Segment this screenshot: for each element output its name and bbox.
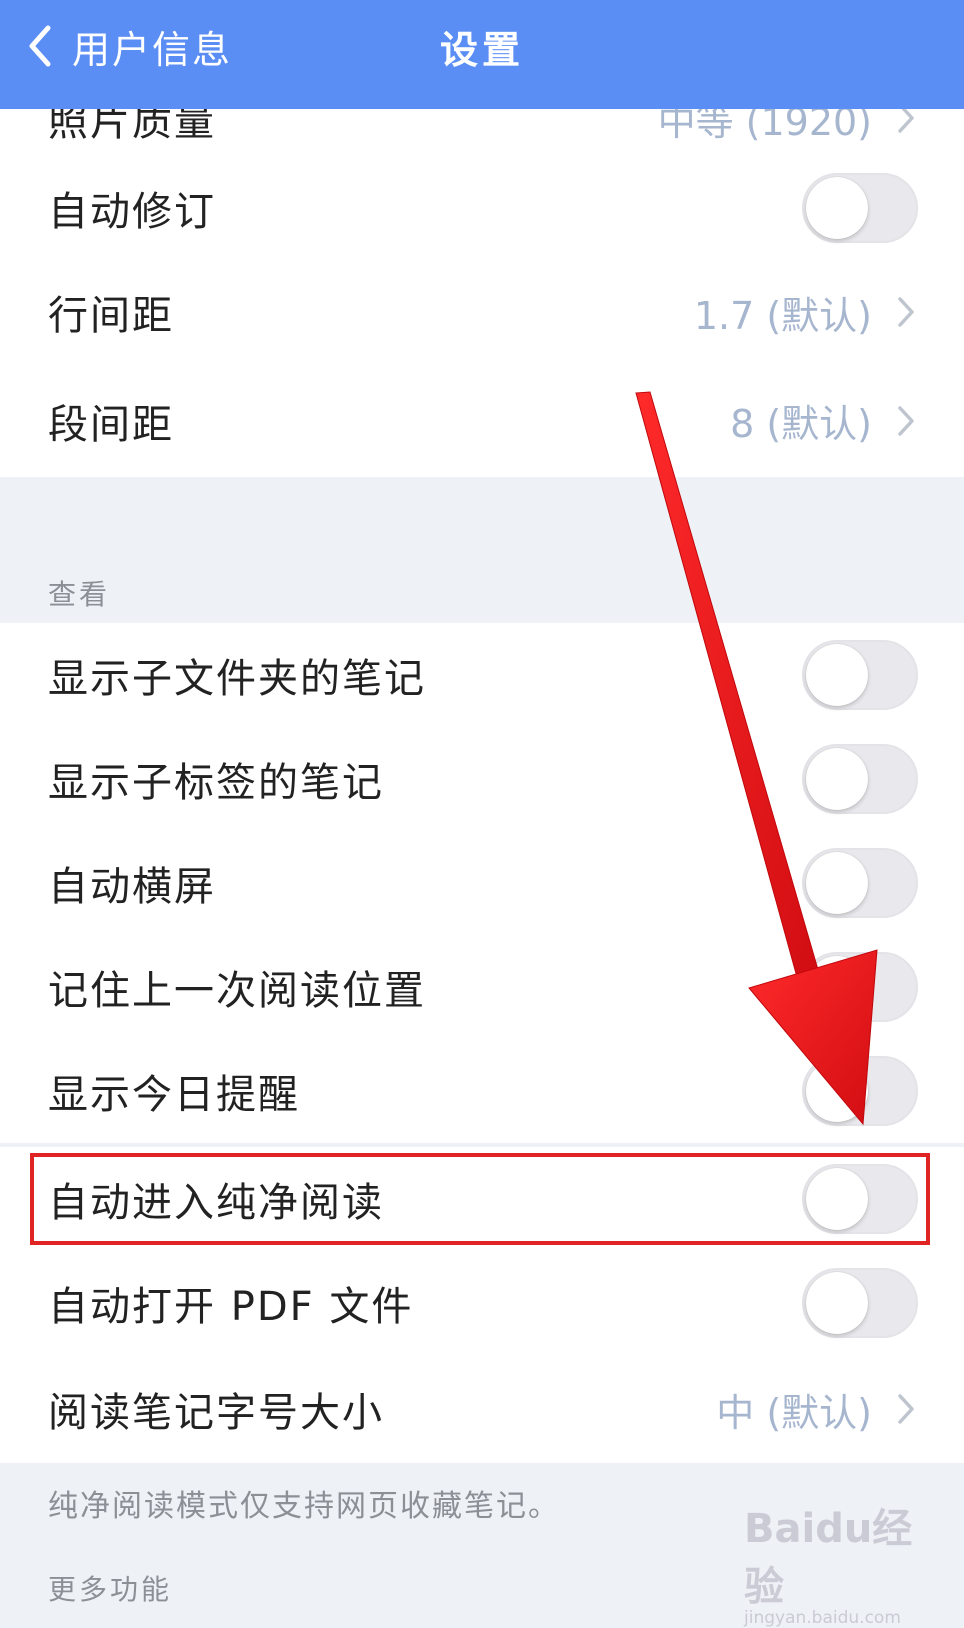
chevron-right-icon [898, 1394, 914, 1424]
row-label: 显示子标签的笔记 [48, 760, 384, 806]
toggle-knob [806, 644, 868, 706]
pure-reading-footnote: 纯净阅读模式仅支持网页收藏笔记。 [48, 1489, 560, 1524]
row-label: 显示子文件夹的笔记 [48, 656, 426, 702]
row-auto-landscape[interactable]: 自动横屏 [0, 831, 964, 935]
toggle-knob [806, 1168, 868, 1230]
row-value: 8 (默认) [730, 402, 872, 446]
auto-pure-reading-toggle[interactable] [802, 1164, 918, 1234]
watermark-url: jingyan.baidu.com [744, 1608, 901, 1628]
row-show-subtag-notes[interactable]: 显示子标签的笔记 [0, 727, 964, 831]
toggle-knob [806, 1272, 868, 1334]
row-show-today-reminder[interactable]: 显示今日提醒 [0, 1039, 964, 1143]
row-value: 1.7 (默认) [693, 293, 872, 338]
row-paragraph-spacing[interactable]: 段间距 8 (默认) [0, 364, 964, 477]
navigation-bar: 用户信息 设置 [0, 0, 964, 109]
toggle-knob [806, 852, 868, 914]
row-label: 记住上一次阅读位置 [48, 968, 426, 1014]
section-header-more: 更多功能 [48, 1573, 173, 1606]
back-label: 用户信息 [72, 27, 233, 72]
auto-landscape-toggle[interactable] [802, 848, 918, 918]
row-label: 显示今日提醒 [48, 1072, 300, 1118]
auto-revise-toggle[interactable] [802, 173, 918, 243]
chevron-right-icon [898, 297, 914, 327]
row-label: 自动横屏 [48, 864, 216, 910]
remember-read-position-toggle[interactable] [802, 952, 918, 1022]
row-auto-open-pdf[interactable]: 自动打开 PDF 文件 [0, 1251, 964, 1355]
section-header-view: 查看 [48, 578, 111, 611]
row-label: 自动修订 [48, 189, 216, 235]
toggle-knob [806, 956, 868, 1018]
row-show-subfolder-notes[interactable]: 显示子文件夹的笔记 [0, 623, 964, 727]
show-subtag-notes-toggle[interactable] [802, 744, 918, 814]
row-label: 行间距 [48, 293, 174, 339]
chevron-left-icon [29, 25, 51, 67]
settings-list: 照片质量 中等 (1920) 自动修订 行间距 1.7 (默认) 段间距 8 (… [0, 0, 964, 1606]
row-reading-font-size[interactable]: 阅读笔记字号大小 中 (默认) [0, 1355, 964, 1463]
row-auto-pure-reading[interactable]: 自动进入纯净阅读 [0, 1147, 964, 1251]
row-label: 阅读笔记字号大小 [48, 1390, 384, 1436]
row-label: 段间距 [48, 401, 174, 448]
row-value: 中 (默认) [716, 1390, 872, 1435]
row-label: 自动打开 PDF 文件 [48, 1284, 414, 1330]
toggle-knob [806, 1060, 868, 1122]
row-remember-read-position[interactable]: 记住上一次阅读位置 [0, 935, 964, 1039]
row-line-spacing[interactable]: 行间距 1.7 (默认) [0, 260, 964, 364]
toggle-knob [806, 177, 868, 239]
auto-open-pdf-toggle[interactable] [802, 1268, 918, 1338]
show-today-reminder-toggle[interactable] [802, 1056, 918, 1126]
show-subfolder-notes-toggle[interactable] [802, 640, 918, 710]
row-label: 自动进入纯净阅读 [48, 1180, 384, 1226]
toggle-knob [806, 748, 868, 810]
back-button[interactable]: 用户信息 [26, 0, 232, 92]
row-auto-revise[interactable]: 自动修订 [0, 156, 964, 260]
chevron-right-icon [898, 405, 914, 436]
